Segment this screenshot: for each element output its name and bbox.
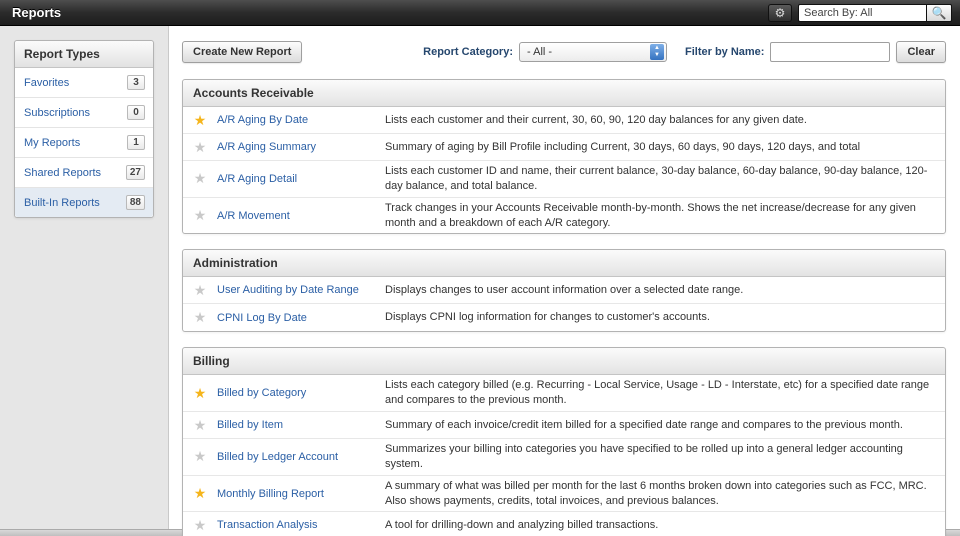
section-title: Administration	[183, 250, 945, 277]
report-name-link[interactable]: A/R Movement	[217, 210, 385, 222]
favorite-star-icon[interactable]: ★	[183, 170, 217, 187]
report-row: ★ Monthly Billing Report A summary of wh…	[183, 476, 945, 513]
section-title: Accounts Receivable	[183, 80, 945, 107]
report-row: ★ A/R Aging Summary Summary of aging by …	[183, 134, 945, 161]
sidebar-item[interactable]: My Reports 1	[15, 128, 153, 158]
report-row: ★ A/R Movement Track changes in your Acc…	[183, 198, 945, 234]
sidebar-item[interactable]: Shared Reports 27	[15, 158, 153, 188]
report-name-link[interactable]: User Auditing by Date Range	[217, 284, 385, 296]
report-name-link[interactable]: Billed by Item	[217, 419, 385, 431]
report-name-link[interactable]: Billed by Ledger Account	[217, 451, 385, 463]
sidebar-item[interactable]: Favorites 3	[15, 68, 153, 98]
report-name-link[interactable]: A/R Aging Detail	[217, 173, 385, 185]
report-row: ★ Billed by Category Lists each category…	[183, 375, 945, 412]
favorite-star-icon[interactable]: ★	[183, 207, 217, 224]
report-name-link[interactable]: A/R Aging By Date	[217, 114, 385, 126]
search-wrap: 🔍	[798, 4, 952, 22]
favorite-star-icon[interactable]: ★	[183, 385, 217, 402]
sidebar-item-count-badge: 27	[126, 165, 145, 180]
sidebar-item-count-badge: 0	[127, 105, 145, 120]
favorite-star-icon[interactable]: ★	[183, 485, 217, 502]
favorite-star-icon[interactable]: ★	[183, 112, 217, 129]
sidebar-item-label: My Reports	[24, 137, 80, 149]
report-row: ★ A/R Aging By Date Lists each customer …	[183, 107, 945, 134]
sidebar-item-label: Subscriptions	[24, 107, 90, 119]
favorite-star-icon[interactable]: ★	[183, 309, 217, 326]
report-name-link[interactable]: Transaction Analysis	[217, 519, 385, 531]
report-description: Summary of aging by Bill Profile includi…	[385, 140, 945, 155]
report-section: Billing ★ Billed by Category Lists each …	[182, 347, 946, 536]
section-title: Billing	[183, 348, 945, 375]
toolbar-right: Report Category: - All - ▲▼ Filter by Na…	[423, 41, 946, 63]
report-description: Displays changes to user account informa…	[385, 283, 945, 298]
favorite-star-icon[interactable]: ★	[183, 448, 217, 465]
report-name-link[interactable]: A/R Aging Summary	[217, 141, 385, 153]
magnifier-icon[interactable]: 🔍	[926, 4, 952, 22]
section-rows: ★ User Auditing by Date Range Displays c…	[183, 277, 945, 331]
topbar-right: ⚙ 🔍	[768, 4, 952, 22]
sidebar-item-label: Shared Reports	[24, 167, 101, 179]
section-rows: ★ A/R Aging By Date Lists each customer …	[183, 107, 945, 233]
report-row: ★ Transaction Analysis A tool for drilli…	[183, 512, 945, 536]
section-rows: ★ Billed by Category Lists each category…	[183, 375, 945, 536]
clear-button[interactable]: Clear	[896, 41, 946, 63]
report-row: ★ User Auditing by Date Range Displays c…	[183, 277, 945, 304]
report-description: A summary of what was billed per month f…	[385, 479, 945, 509]
report-row: ★ CPNI Log By Date Displays CPNI log inf…	[183, 304, 945, 331]
create-new-report-button[interactable]: Create New Report	[182, 41, 302, 63]
report-description: Lists each category billed (e.g. Recurri…	[385, 378, 945, 408]
report-name-link[interactable]: CPNI Log By Date	[217, 312, 385, 324]
report-description: Summary of each invoice/credit item bill…	[385, 418, 945, 433]
report-types-title: Report Types	[15, 41, 153, 68]
sections-container: Accounts Receivable ★ A/R Aging By Date …	[182, 79, 946, 536]
main-content: Create New Report Report Category: - All…	[182, 40, 946, 536]
toolbar: Create New Report Report Category: - All…	[182, 40, 946, 64]
report-section: Accounts Receivable ★ A/R Aging By Date …	[182, 79, 946, 234]
page-title: Reports	[12, 5, 61, 20]
report-description: Lists each customer and their current, 3…	[385, 113, 945, 128]
sidebar-item[interactable]: Subscriptions 0	[15, 98, 153, 128]
report-description: A tool for drilling-down and analyzing b…	[385, 518, 945, 533]
report-row: ★ Billed by Item Summary of each invoice…	[183, 412, 945, 439]
report-section: Administration ★ User Auditing by Date R…	[182, 249, 946, 332]
report-description: Displays CPNI log information for change…	[385, 310, 945, 325]
report-types-panel: Report Types Favorites 3 Subscriptions 0…	[14, 40, 154, 218]
report-name-link[interactable]: Monthly Billing Report	[217, 488, 385, 500]
sidebar-item-count-badge: 88	[126, 195, 145, 210]
sidebar-item-label: Favorites	[24, 77, 69, 89]
sidebar-list: Favorites 3 Subscriptions 0 My Reports 1…	[15, 68, 153, 217]
favorite-star-icon[interactable]: ★	[183, 417, 217, 434]
gear-icon[interactable]: ⚙	[768, 4, 792, 22]
favorite-star-icon[interactable]: ★	[183, 282, 217, 299]
search-input[interactable]	[798, 4, 926, 22]
report-row: ★ Billed by Ledger Account Summarizes yo…	[183, 439, 945, 476]
report-category-select[interactable]: - All - ▲▼	[519, 42, 667, 62]
sidebar-item-label: Built-In Reports	[24, 197, 100, 209]
report-description: Lists each customer ID and name, their c…	[385, 164, 945, 194]
sidebar-item-count-badge: 3	[127, 75, 145, 90]
report-description: Track changes in your Accounts Receivabl…	[385, 201, 945, 231]
report-description: Summarizes your billing into categories …	[385, 442, 945, 472]
select-stepper-icon: ▲▼	[650, 44, 664, 60]
filter-by-name-input[interactable]	[770, 42, 890, 62]
report-category-label: Report Category:	[423, 46, 513, 58]
sidebar-item[interactable]: Built-In Reports 88	[15, 188, 153, 217]
report-row: ★ A/R Aging Detail Lists each customer I…	[183, 161, 945, 198]
favorite-star-icon[interactable]: ★	[183, 517, 217, 534]
top-bar: Reports ⚙ 🔍	[0, 0, 960, 26]
page-body: Report Types Favorites 3 Subscriptions 0…	[0, 26, 960, 529]
favorite-star-icon[interactable]: ★	[183, 139, 217, 156]
report-name-link[interactable]: Billed by Category	[217, 387, 385, 399]
filter-by-name-label: Filter by Name:	[685, 46, 764, 58]
sidebar-item-count-badge: 1	[127, 135, 145, 150]
report-category-value: - All -	[527, 46, 552, 58]
